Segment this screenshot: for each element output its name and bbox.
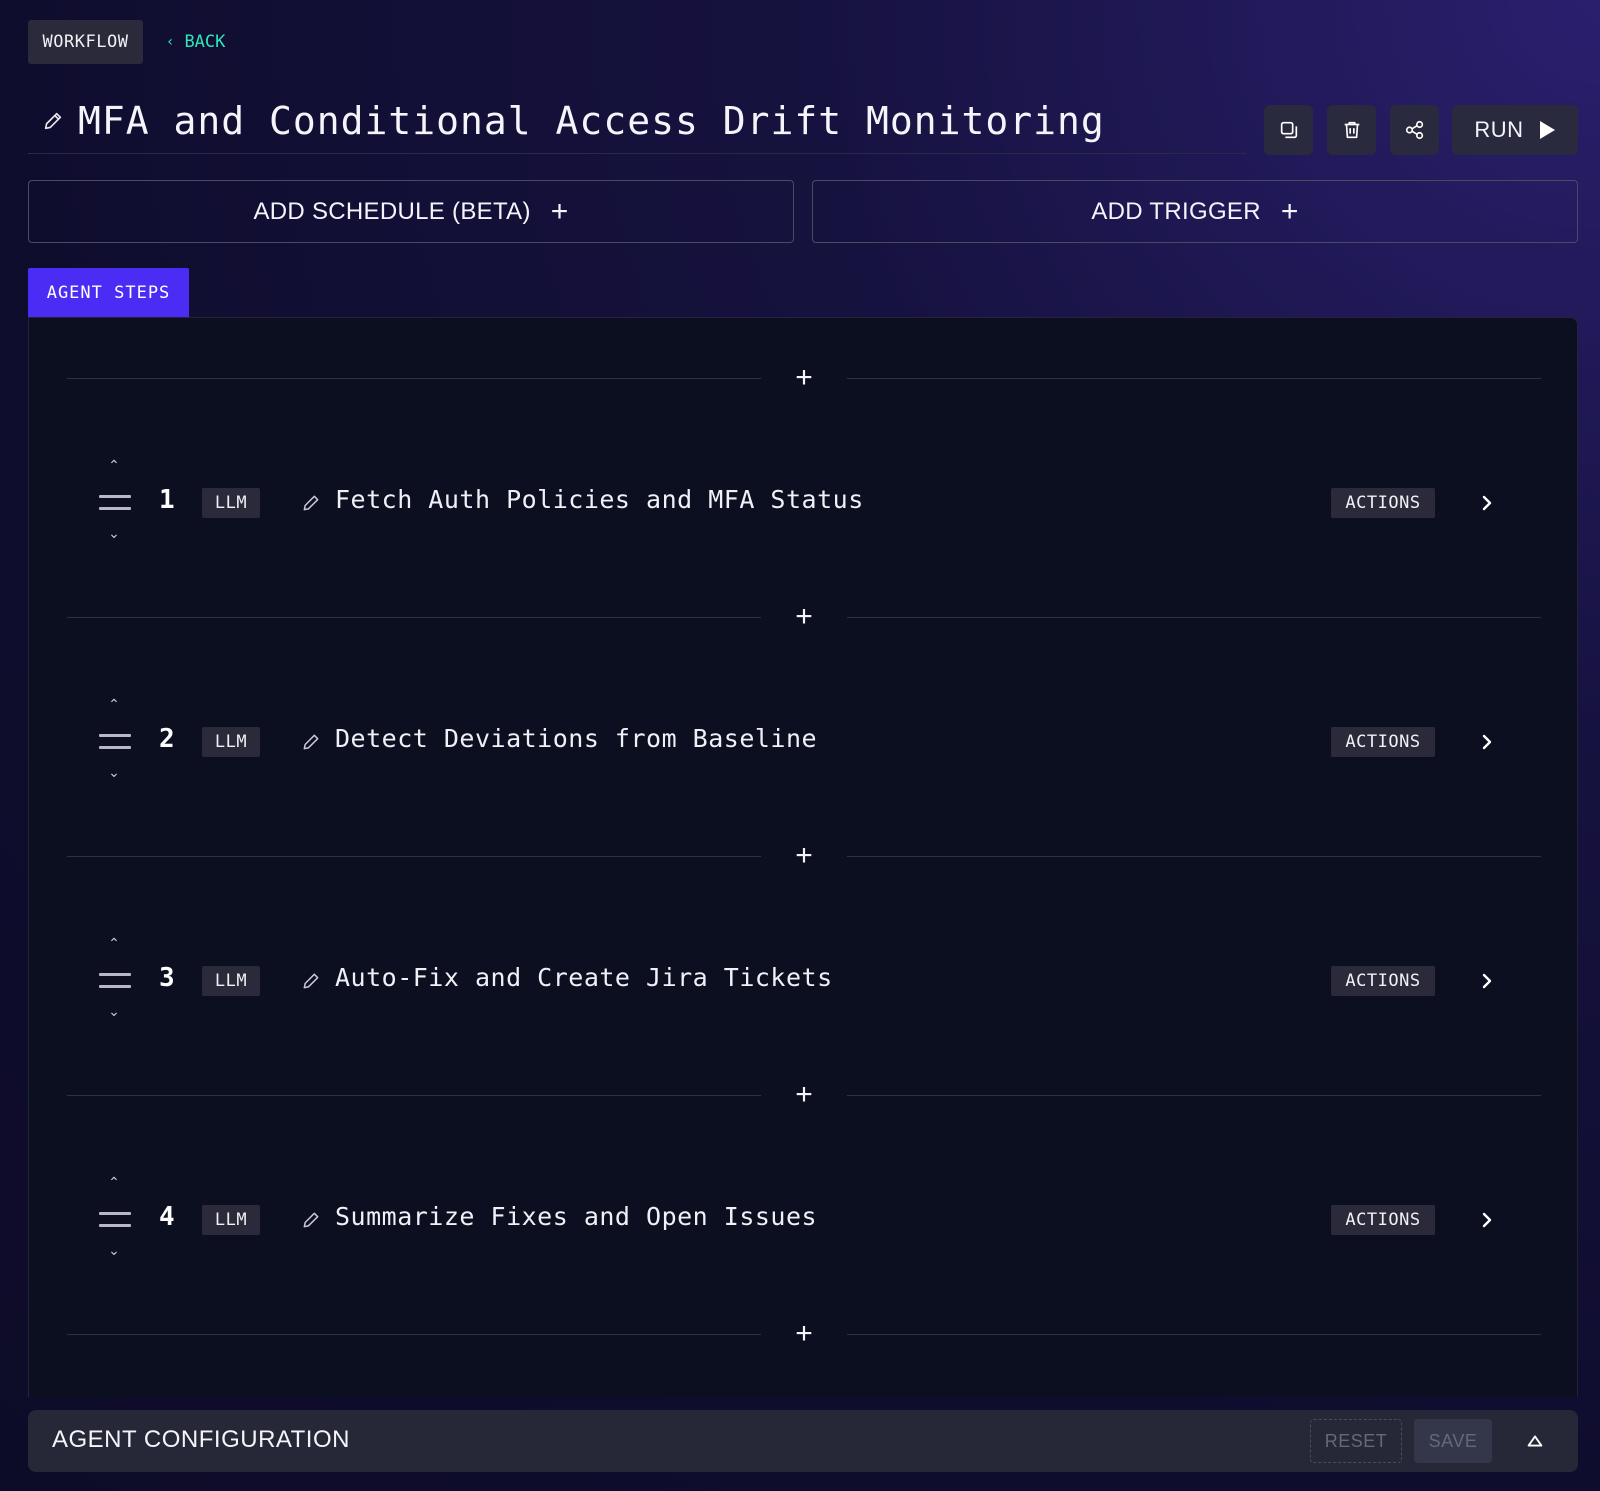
reorder-handle[interactable]: ⌃ ⌄ xyxy=(97,1170,131,1270)
insert-step-divider: + xyxy=(67,1319,1541,1349)
add-trigger-label: ADD TRIGGER xyxy=(1091,197,1261,225)
chevron-right-icon[interactable] xyxy=(1475,491,1499,515)
reorder-handle[interactable]: ⌃ ⌄ xyxy=(97,931,131,1031)
trash-icon xyxy=(1344,121,1359,139)
run-label: RUN xyxy=(1474,117,1524,142)
step-actions-button[interactable]: ACTIONS xyxy=(1331,727,1435,757)
chevron-up-icon[interactable]: ⌃ xyxy=(97,935,131,952)
add-step-button[interactable]: + xyxy=(789,841,819,871)
chevron-down-icon[interactable]: ⌄ xyxy=(97,525,131,542)
pencil-icon[interactable] xyxy=(301,971,321,991)
drag-grip-icon[interactable] xyxy=(99,1212,131,1230)
step-type-badge: LLM xyxy=(202,1205,260,1235)
add-step-button[interactable]: + xyxy=(789,1080,819,1110)
step-name[interactable]: Summarize Fixes and Open Issues xyxy=(335,1202,817,1231)
chevron-up-icon[interactable]: ⌃ xyxy=(97,457,131,474)
back-link[interactable]: ‹ BACK xyxy=(166,27,225,57)
step-type-badge: LLM xyxy=(202,966,260,996)
drag-grip-icon[interactable] xyxy=(99,495,131,513)
step-actions-button[interactable]: ACTIONS xyxy=(1331,488,1435,518)
agent-configuration-label: AGENT CONFIGURATION xyxy=(52,1426,350,1453)
divider-line xyxy=(847,856,1541,857)
pencil-icon[interactable] xyxy=(301,732,321,752)
reset-button[interactable]: RESET xyxy=(1310,1419,1402,1463)
drag-grip-icon[interactable] xyxy=(99,973,131,991)
run-button[interactable]: RUN xyxy=(1452,105,1578,155)
share-icon xyxy=(1405,120,1423,140)
insert-step-divider: + xyxy=(67,363,1541,393)
add-trigger-button[interactable]: ADD TRIGGER + xyxy=(812,180,1578,243)
chevron-down-icon[interactable]: ⌄ xyxy=(97,1242,131,1259)
step-name[interactable]: Fetch Auth Policies and MFA Status xyxy=(335,485,864,514)
title-row: MFA and Conditional Access Drift Monitor… xyxy=(28,88,1246,154)
add-step-button[interactable]: + xyxy=(789,1319,819,1349)
step-number: 4 xyxy=(159,1202,175,1232)
chevron-right-icon[interactable] xyxy=(1475,1208,1499,1232)
agent-configuration-bar[interactable]: AGENT CONFIGURATION RESET SAVE xyxy=(28,1410,1578,1472)
breadcrumb-workflow[interactable]: WORKFLOW xyxy=(28,20,143,64)
divider-line xyxy=(847,617,1541,618)
insert-step-divider: + xyxy=(67,602,1541,632)
divider-line xyxy=(67,1334,761,1335)
step-name[interactable]: Auto-Fix and Create Jira Tickets xyxy=(335,963,833,992)
play-icon xyxy=(1539,121,1555,139)
add-step-button[interactable]: + xyxy=(789,602,819,632)
step-actions-button[interactable]: ACTIONS xyxy=(1331,966,1435,996)
chevron-right-icon[interactable] xyxy=(1475,730,1499,754)
step-row[interactable]: ⌃ ⌄ 1 LLM Fetch Auth Policies and MFA St… xyxy=(67,453,1541,553)
add-schedule-label: ADD SCHEDULE (BETA) xyxy=(253,197,531,225)
divider-line xyxy=(67,1095,761,1096)
step-type-badge: LLM xyxy=(202,488,260,518)
pencil-icon[interactable] xyxy=(42,110,64,132)
step-name[interactable]: Detect Deviations from Baseline xyxy=(335,724,817,753)
drag-grip-icon[interactable] xyxy=(99,734,131,752)
pencil-icon[interactable] xyxy=(301,493,321,513)
insert-step-divider: + xyxy=(67,841,1541,871)
agent-steps-panel: + ⌃ ⌄ 1 LLM Fetch Auth Policies and MFA … xyxy=(28,317,1578,1397)
divider-line xyxy=(847,378,1541,379)
caret-up-icon[interactable] xyxy=(1524,1430,1546,1452)
reorder-handle[interactable]: ⌃ ⌄ xyxy=(97,692,131,792)
add-step-button[interactable]: + xyxy=(789,363,819,393)
step-type-badge: LLM xyxy=(202,727,260,757)
delete-button[interactable] xyxy=(1327,105,1376,155)
step-number: 2 xyxy=(159,724,175,754)
chevron-down-icon[interactable]: ⌄ xyxy=(97,764,131,781)
step-actions-button[interactable]: ACTIONS xyxy=(1331,1205,1435,1235)
chevron-down-icon[interactable]: ⌄ xyxy=(97,1003,131,1020)
divider-line xyxy=(67,856,761,857)
divider-line xyxy=(67,378,761,379)
tab-agent-steps[interactable]: AGENT STEPS xyxy=(28,268,189,318)
chevron-right-icon[interactable] xyxy=(1475,969,1499,993)
chevron-up-icon[interactable]: ⌃ xyxy=(97,696,131,713)
step-row[interactable]: ⌃ ⌄ 4 LLM Summarize Fixes and Open Issue… xyxy=(67,1170,1541,1270)
duplicate-icon xyxy=(1280,121,1297,139)
plus-icon: + xyxy=(1280,194,1299,228)
page-title[interactable]: MFA and Conditional Access Drift Monitor… xyxy=(78,99,1105,143)
divider-line xyxy=(847,1095,1541,1096)
plus-icon: + xyxy=(550,194,569,228)
insert-step-divider: + xyxy=(67,1080,1541,1110)
save-button[interactable]: SAVE xyxy=(1414,1419,1492,1463)
reorder-handle[interactable]: ⌃ ⌄ xyxy=(97,453,131,553)
step-number: 3 xyxy=(159,963,175,993)
share-button[interactable] xyxy=(1390,105,1439,155)
add-schedule-button[interactable]: ADD SCHEDULE (BETA) + xyxy=(28,180,794,243)
chevron-left-icon: ‹ xyxy=(166,34,175,50)
duplicate-button[interactable] xyxy=(1264,105,1313,155)
step-row[interactable]: ⌃ ⌄ 3 LLM Auto-Fix and Create Jira Ticke… xyxy=(67,931,1541,1031)
chevron-up-icon[interactable]: ⌃ xyxy=(97,1174,131,1191)
step-number: 1 xyxy=(159,485,175,515)
divider-line xyxy=(847,1334,1541,1335)
back-label: BACK xyxy=(184,32,226,52)
divider-line xyxy=(67,617,761,618)
pencil-icon[interactable] xyxy=(301,1210,321,1230)
step-row[interactable]: ⌃ ⌄ 2 LLM Detect Deviations from Baselin… xyxy=(67,692,1541,792)
